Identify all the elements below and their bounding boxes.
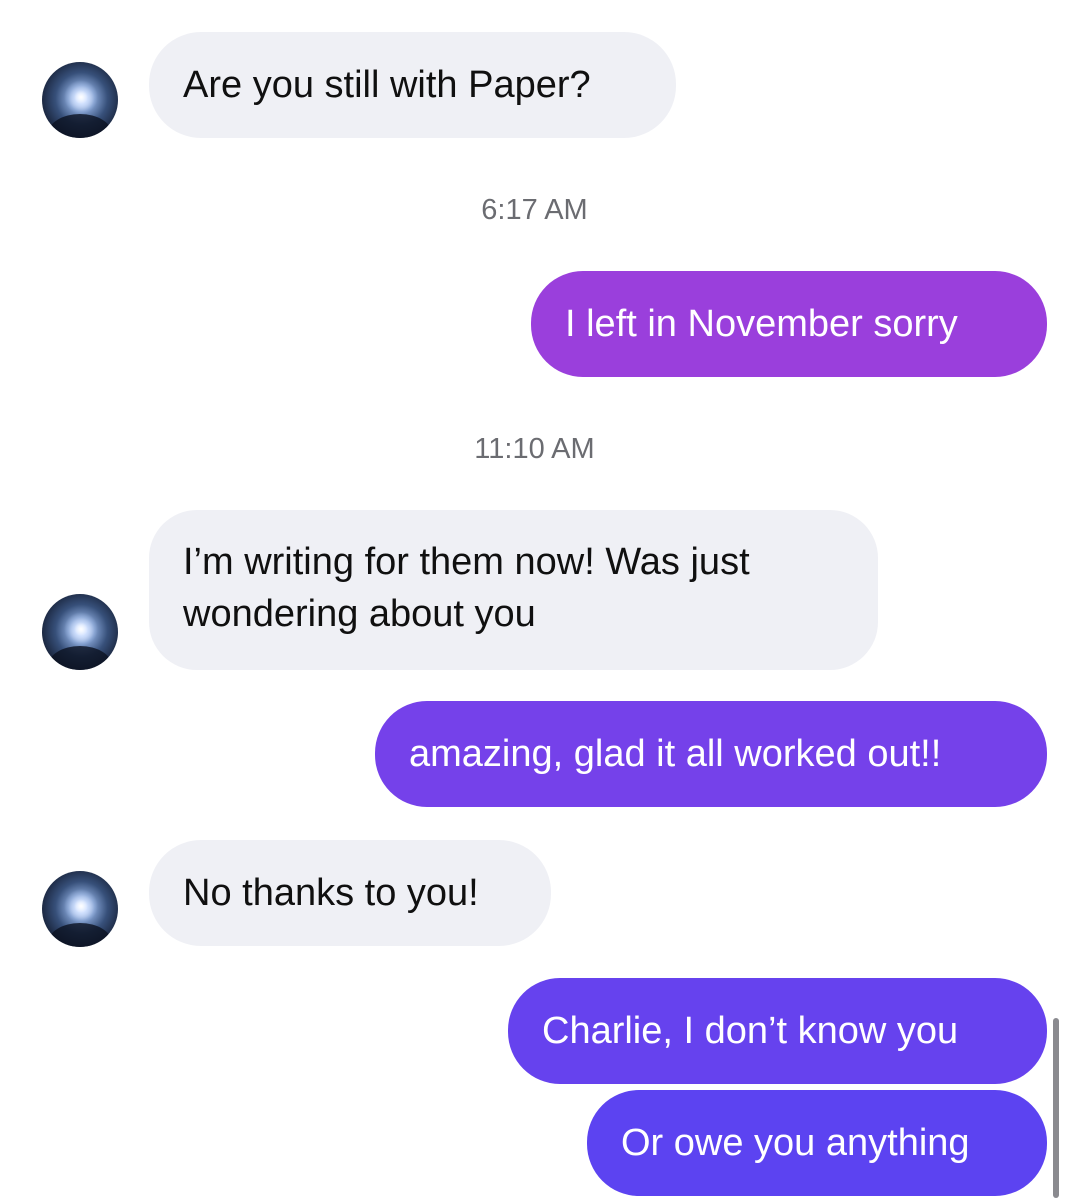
scrollbar[interactable]	[1053, 1018, 1059, 1198]
message-text: Are you still with Paper?	[183, 64, 591, 106]
message-incoming[interactable]: I’m writing for them now! Was just wonde…	[149, 510, 878, 670]
contact-avatar[interactable]	[42, 871, 118, 947]
message-incoming[interactable]: Are you still with Paper?	[149, 32, 676, 138]
message-outgoing[interactable]: Or owe you anything	[587, 1090, 1047, 1196]
avatar-photo-highlight	[64, 612, 98, 646]
chat-thread: Are you still with Paper? 6:17 AM I left…	[0, 0, 1069, 1200]
message-incoming[interactable]: No thanks to you!	[149, 840, 551, 946]
avatar-photo-silhouette	[48, 114, 112, 138]
message-text: amazing, glad it all worked out!!	[409, 733, 942, 775]
message-text: I left in November sorry	[565, 303, 958, 345]
message-text: I’m writing for them now! Was just wonde…	[183, 541, 750, 635]
avatar-photo-silhouette	[48, 646, 112, 670]
message-text: Charlie, I don’t know you	[542, 1010, 959, 1052]
message-outgoing[interactable]: Charlie, I don’t know you	[508, 978, 1047, 1084]
contact-avatar[interactable]	[42, 62, 118, 138]
avatar-photo-highlight	[64, 889, 98, 923]
message-outgoing[interactable]: amazing, glad it all worked out!!	[375, 701, 1047, 807]
contact-avatar[interactable]	[42, 594, 118, 670]
avatar-photo-highlight	[64, 80, 98, 114]
message-outgoing[interactable]: I left in November sorry	[531, 271, 1047, 377]
timestamp: 11:10 AM	[474, 433, 595, 465]
timestamp: 6:17 AM	[481, 194, 588, 226]
message-text: Or owe you anything	[621, 1122, 970, 1164]
message-text: No thanks to you!	[183, 872, 479, 914]
avatar-photo-silhouette	[48, 923, 112, 947]
